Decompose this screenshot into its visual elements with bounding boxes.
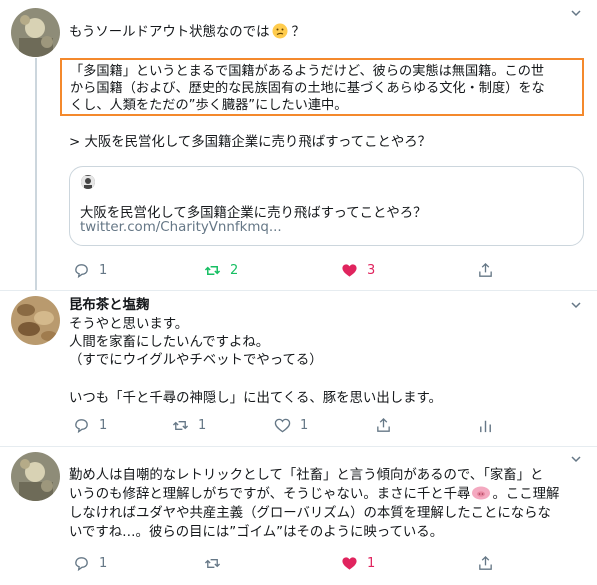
quote-line: くし、人類をただの”歩く臓器”にしたい連中。 [70, 98, 348, 113]
tweet-line-text: いうのも修辞と理解しがちですが、そうじゃない。まさに千と千尋 [69, 487, 471, 502]
tweet-text: もうソールドアウト状態なのでは ？ [69, 23, 305, 42]
chevron-down-icon[interactable] [569, 6, 583, 20]
quote-line: から国籍（および、歴史的な民族固有の土地に基づくあらゆる文化・制度）をな [70, 81, 545, 96]
share-button[interactable] [477, 261, 494, 279]
speech-bubble-icon [75, 263, 88, 278]
share-button[interactable] [477, 554, 494, 572]
card-url[interactable]: twitter.com/CharityVnnfkmq... [80, 220, 282, 235]
retweet-button[interactable]: 2 [204, 261, 238, 279]
tweet-line: いうのも修辞と理解しがちですが、そうじゃない。まさに千と千尋 。ここ理解 [69, 486, 559, 504]
reply-count: 1 [99, 555, 108, 571]
reply-button[interactable]: 1 [73, 554, 107, 572]
author-name[interactable]: 昆布茶と塩麹 [69, 297, 149, 315]
avatar[interactable] [11, 452, 60, 501]
reply-count: 1 [99, 262, 108, 278]
reply-button[interactable]: 1 [73, 416, 107, 434]
like-count: 1 [367, 555, 376, 571]
tweet-line: （すでにウイグルやチベットでやってる） [69, 353, 323, 368]
share-icon [377, 417, 390, 432]
avatar[interactable] [11, 8, 60, 57]
highlighted-quote: 「多国籍」というとまるで国籍があるようだけど、彼らの実態は無国籍。この世 から国… [60, 58, 584, 116]
retweet-count: 1 [198, 417, 207, 433]
bar-chart-icon [480, 420, 491, 432]
heart-icon [342, 556, 357, 570]
card-title: 大阪を民営化して多国籍企業に売り飛ばすってことやろ？ [80, 206, 427, 221]
share-button[interactable] [375, 416, 392, 434]
retweet-button[interactable]: 1 [172, 416, 206, 434]
retweet-icon [204, 558, 221, 568]
card-avatar [81, 175, 95, 189]
heart-icon [342, 263, 357, 277]
tweet-line-suffix: 。ここ理解 [492, 487, 560, 502]
like-count: 3 [367, 262, 376, 278]
reply-count: 1 [99, 417, 108, 433]
divider [0, 290, 597, 291]
speech-bubble-icon [75, 556, 88, 571]
tweet-line: そうやと思います。 [69, 317, 189, 332]
speech-bubble-icon [75, 418, 88, 433]
pig-face-emoji [472, 486, 491, 500]
like-button[interactable]: 3 [341, 261, 375, 279]
share-icon [479, 262, 492, 277]
retweet-icon [204, 265, 221, 275]
confused-face-emoji [272, 23, 288, 39]
like-button[interactable]: 1 [274, 416, 308, 434]
tweet-line: いつも「千と千尋の神隠し」に出てくる、豚を思い出します。 [69, 391, 442, 406]
thread-line [35, 58, 37, 290]
analytics-button[interactable] [477, 416, 494, 434]
retweet-icon [172, 420, 189, 430]
like-count: 1 [300, 417, 309, 433]
reply-button[interactable]: 1 [73, 261, 107, 279]
retweet-count: 2 [230, 262, 239, 278]
tweet-text-main: もうソールドアウト状態なのでは [69, 25, 270, 40]
retweet-button[interactable] [204, 554, 221, 572]
reply-quote-text: > 大阪を民営化して多国籍企業に売り飛ばすってことやろ？ [69, 135, 432, 150]
tweet-line: 勤め人は自嘲的なレトリックとして「社畜」と言う傾向があるので、「家畜」と [69, 468, 544, 483]
share-icon [479, 555, 492, 570]
tweet-line: しなければユダヤや共産主義（グローバリズム）の本質を理解したことにならな [69, 506, 551, 521]
quote-line: 「多国籍」というとまるで国籍があるようだけど、彼らの実態は無国籍。この世 [70, 64, 545, 79]
link-card[interactable]: 大阪を民営化して多国籍企業に売り飛ばすってことやろ？ twitter.com/C… [69, 166, 584, 246]
like-button[interactable]: 1 [341, 554, 375, 572]
chevron-down-icon[interactable] [569, 298, 583, 312]
tweet-line: 人間を家畜にしたいんですよね。 [69, 335, 270, 350]
heart-icon [274, 418, 291, 432]
divider [0, 446, 597, 447]
chevron-down-icon[interactable] [569, 452, 583, 466]
tweet-line: いですね…。彼らの目には”ゴイム”はそのように映っている。 [69, 525, 444, 540]
avatar[interactable] [11, 296, 60, 345]
tweet-text-suffix: ？ [291, 25, 305, 40]
